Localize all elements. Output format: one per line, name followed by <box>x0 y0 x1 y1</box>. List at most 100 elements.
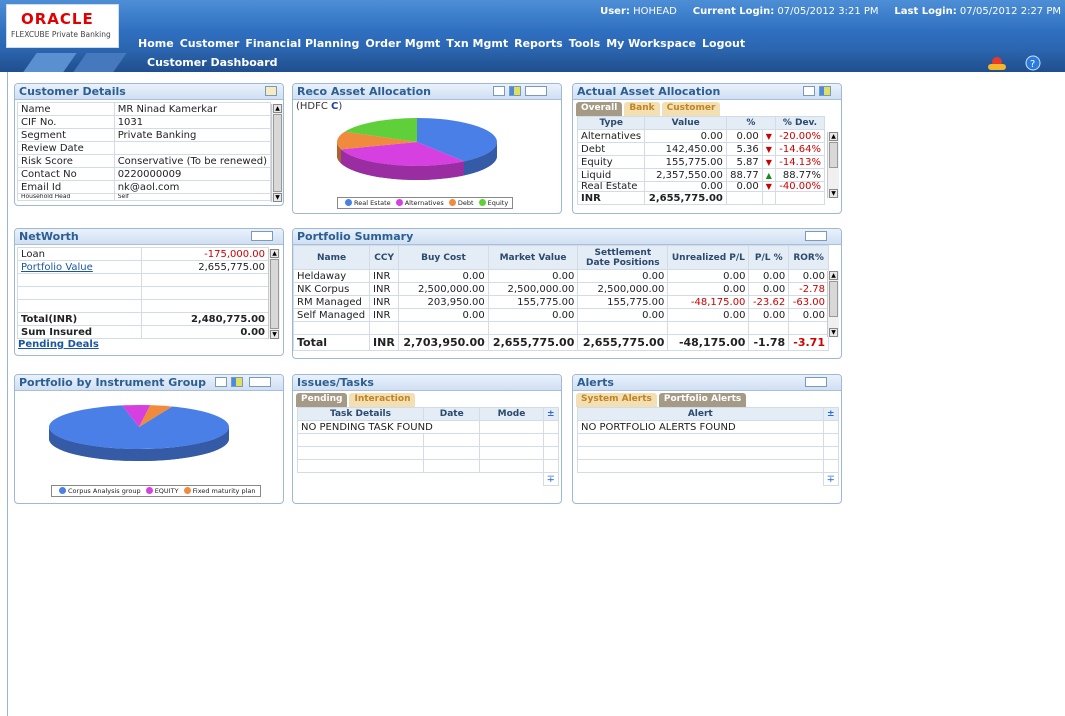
total-label: INR <box>576 191 646 205</box>
table-row: Email Id nk@aol.com <box>17 180 272 194</box>
vertical-scrollbar[interactable]: ▲ ▼ <box>271 104 283 202</box>
user-avatar-icon[interactable] <box>988 57 1006 70</box>
scroll-up-icon[interactable]: ▲ <box>273 104 282 113</box>
nav-customer[interactable]: Customer <box>180 37 240 53</box>
tab-pending[interactable]: Pending <box>296 393 348 407</box>
column-header: P/L % <box>748 245 790 270</box>
scroll-thumb[interactable] <box>273 114 282 192</box>
column-header: Value <box>644 116 727 130</box>
nav-financial-planning[interactable]: Financial Planning <box>245 37 359 53</box>
help-icon[interactable]: ? <box>1025 55 1041 71</box>
scroll-down-icon[interactable]: ∓ <box>542 472 560 486</box>
scroll-up-icon[interactable]: ± <box>542 407 560 421</box>
value-cell: 0.00 <box>644 129 727 143</box>
scroll-thumb[interactable] <box>270 259 279 329</box>
tab-customer[interactable]: Customer <box>661 102 721 116</box>
total-row: Total(INR) 2,480,775.00 <box>17 312 270 326</box>
tab-bank[interactable]: Bank <box>624 102 660 116</box>
scroll-up-icon[interactable]: ▲ <box>829 132 838 141</box>
column-header: Date <box>422 407 481 421</box>
issues-tasks-panel: Issues/Tasks Pending Interaction Task De… <box>292 374 562 504</box>
value-cell: -175,000.00 <box>140 247 270 261</box>
scroll-thumb[interactable] <box>829 281 838 317</box>
product-name: FLEXCUBE Private Banking <box>11 30 111 39</box>
field-value <box>113 141 272 155</box>
pending-deals-link[interactable]: Pending Deals <box>15 339 283 350</box>
field-value: nk@aol.com <box>113 180 272 194</box>
percent-cell: 5.36 <box>725 142 763 156</box>
scroll-thumb[interactable] <box>829 142 838 168</box>
ror-cell: -63.00 <box>788 295 829 309</box>
total-ror: -3.71 <box>788 334 829 351</box>
nav-my-workspace[interactable]: My Workspace <box>606 37 696 53</box>
column-header: Type <box>576 116 646 130</box>
expand-icon[interactable] <box>251 231 273 241</box>
name-cell: Heldaway <box>293 269 371 283</box>
type-cell: Debt <box>576 142 646 156</box>
legend-item: EQUITY <box>143 487 179 495</box>
tab-interaction[interactable]: Interaction <box>349 393 416 407</box>
last-login-label: Last Login: <box>894 6 957 17</box>
scroll-up-icon[interactable]: ± <box>822 407 840 421</box>
scroll-down-icon[interactable]: ▼ <box>270 330 279 339</box>
expand-icon[interactable] <box>249 377 271 387</box>
dev-cell: -20.00% <box>774 129 826 143</box>
table-header: Type Value%% Dev. <box>576 116 826 130</box>
chart-view-icon[interactable] <box>509 86 521 96</box>
portfolio-value-link[interactable]: Portfolio Value <box>17 260 142 274</box>
table-row <box>577 446 840 460</box>
tab-system-alerts[interactable]: System Alerts <box>576 393 657 407</box>
expand-icon[interactable] <box>805 377 827 387</box>
table-row: Contact No 0220000009 <box>17 167 272 181</box>
legend-label: Real Estate <box>354 199 391 207</box>
type-cell: Liquid <box>576 168 646 182</box>
nav-reports[interactable]: Reports <box>514 37 563 53</box>
nav-tools[interactable]: Tools <box>569 37 600 53</box>
scroll-down-icon[interactable]: ▼ <box>829 328 838 337</box>
tab-overall[interactable]: Overall <box>576 102 623 116</box>
table-row: Household Head Self <box>17 193 272 201</box>
table-header: Name CCY Buy Cost Market Value Settlement Da… <box>293 245 829 270</box>
nav-txn-mgmt[interactable]: Txn Mgmt <box>446 37 508 53</box>
scroll-up-icon[interactable]: ▲ <box>829 271 838 280</box>
table-view-icon[interactable] <box>215 377 227 387</box>
edit-icon[interactable] <box>265 86 277 96</box>
scroll-down-icon[interactable]: ▼ <box>829 189 838 198</box>
legend-item: Equity <box>476 199 508 207</box>
chart-view-icon[interactable] <box>231 377 243 387</box>
nav-home[interactable]: Home <box>138 37 174 53</box>
value-cell <box>140 299 270 313</box>
field-value: 0220000009 <box>113 167 272 181</box>
table-view-icon[interactable] <box>493 86 505 96</box>
nav-order-mgmt[interactable]: Order Mgmt <box>365 37 440 53</box>
name-cell: NK Corpus <box>293 282 371 296</box>
legend-label: Debt <box>457 199 474 207</box>
legend-label: Alternatives <box>404 199 444 207</box>
field-label: Review Date <box>17 141 115 155</box>
table-view-icon[interactable] <box>803 86 815 96</box>
chart-view-icon[interactable] <box>819 86 831 96</box>
expand-icon[interactable] <box>525 86 547 96</box>
table-row <box>297 446 560 460</box>
tab-portfolio-alerts[interactable]: Portfolio Alerts <box>658 393 747 407</box>
actual-asset-allocation-panel: Actual Asset Allocation Overall Bank Cus… <box>572 83 842 214</box>
pl-percent-cell: 0.00 <box>748 269 790 283</box>
scroll-up-icon[interactable]: ▲ <box>270 249 279 258</box>
pl-percent-cell: 0.00 <box>748 282 790 296</box>
column-header: Unrealized P/L <box>667 245 750 270</box>
scroll-down-icon[interactable]: ▼ <box>273 193 282 202</box>
table-row <box>577 459 840 473</box>
total-value: 2,480,775.00 <box>140 312 270 326</box>
scroll-down-icon[interactable]: ∓ <box>822 472 840 486</box>
total-row: INR 2,655,775.00 <box>576 191 826 205</box>
unrealized-cell: 0.00 <box>667 269 750 283</box>
vertical-scrollbar[interactable]: ▲ ▼ <box>268 249 280 339</box>
ccy-cell: INR <box>369 269 400 283</box>
column-header: Buy Cost <box>398 245 489 270</box>
settlement-cell: 0.00 <box>577 308 669 322</box>
nav-logout[interactable]: Logout <box>702 37 745 53</box>
vertical-scrollbar[interactable]: ▲ ▼ <box>827 271 839 337</box>
down-arrow-icon: ▼ <box>761 181 776 192</box>
vertical-scrollbar[interactable]: ▲ ▼ <box>827 132 839 198</box>
expand-icon[interactable] <box>805 231 827 241</box>
